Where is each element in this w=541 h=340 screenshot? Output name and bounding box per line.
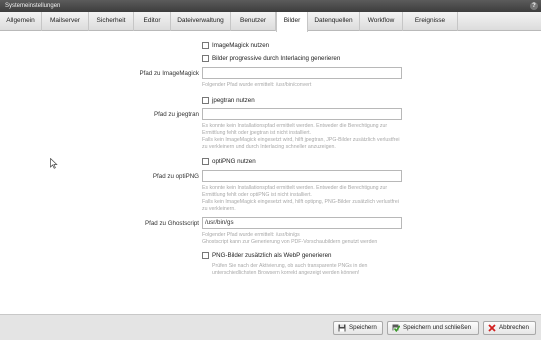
- jpegtran-checkbox[interactable]: [202, 97, 209, 104]
- imagemagick-path-input[interactable]: [202, 67, 402, 79]
- jpegtran-path-label: Pfad zu jpegtran: [153, 111, 199, 118]
- imagemagick-checkbox[interactable]: [202, 42, 209, 49]
- imagemagick-checkbox-label: ImageMagick nutzen: [212, 42, 270, 49]
- tab-mailserver[interactable]: Mailserver: [42, 12, 89, 31]
- window-title: Systemeinstellungen: [5, 3, 61, 9]
- tab-allgemein[interactable]: Allgemein: [0, 12, 42, 31]
- interlacing-checkbox-label: Bilder progressive durch Interlacing gen…: [212, 55, 341, 62]
- save-button-label: Speichern: [349, 324, 377, 331]
- ghostscript-path-hint: Folgender Pfad wurde ermittelt: /usr/bin…: [202, 232, 378, 245]
- save-check-icon: [392, 324, 400, 332]
- jpegtran-path-hint: Es konnte kein Installationspfad ermitte…: [202, 123, 400, 150]
- window-titlebar: Systemeinstellungen ?: [0, 0, 541, 12]
- cancel-button[interactable]: Abbrechen: [483, 321, 536, 335]
- mouse-cursor-icon: [50, 157, 58, 171]
- settings-panel: ImageMagick nutzen Bilder progressive du…: [0, 32, 541, 314]
- optipng-path-input[interactable]: [202, 170, 402, 182]
- optipng-path-hint: Es konnte kein Installationspfad ermitte…: [202, 185, 399, 212]
- dialog-footer: Speichern Speichern und schließen Abbrec…: [0, 314, 541, 340]
- optipng-checkbox-label: optiPNG nutzen: [212, 158, 256, 165]
- webp-hint: Prüfen Sie nach der Aktivierung, ob auch…: [212, 263, 368, 276]
- cancel-button-label: Abbrechen: [499, 324, 529, 331]
- webp-checkbox-label: PNG-Bilder zusätzlich als WebP generiere…: [212, 252, 332, 259]
- tab-dateiverwaltung[interactable]: Dateiverwaltung: [171, 12, 231, 31]
- help-icon[interactable]: ?: [530, 2, 538, 10]
- floppy-disk-icon: [338, 324, 346, 332]
- tab-workflow[interactable]: Workflow: [360, 12, 403, 31]
- ghostscript-path-label: Pfad zu Ghostscript: [145, 220, 199, 227]
- optipng-checkbox[interactable]: [202, 158, 209, 165]
- tab-bar: Allgemein Mailserver Sicherheit Editor D…: [0, 12, 541, 32]
- tab-sicherheit[interactable]: Sicherheit: [89, 12, 134, 31]
- webp-checkbox[interactable]: [202, 252, 209, 259]
- imagemagick-path-hint: Folgender Pfad wurde ermittelt: /usr/bin…: [202, 82, 312, 88]
- save-button[interactable]: Speichern: [333, 321, 383, 335]
- optipng-path-label: Pfad zu optiPNG: [152, 173, 199, 180]
- jpegtran-path-input[interactable]: [202, 108, 402, 120]
- tab-benutzer[interactable]: Benutzer: [231, 12, 276, 31]
- tab-bilder[interactable]: Bilder: [276, 12, 308, 32]
- save-and-close-button-label: Speichern und schließen: [403, 324, 472, 331]
- jpegtran-checkbox-label: jpegtran nutzen: [212, 97, 255, 104]
- tab-editor[interactable]: Editor: [134, 12, 171, 31]
- tab-datenquellen[interactable]: Datenquellen: [308, 12, 360, 31]
- interlacing-checkbox[interactable]: [202, 55, 209, 62]
- save-and-close-button[interactable]: Speichern und schließen: [387, 321, 479, 335]
- close-icon: [488, 324, 496, 332]
- ghostscript-path-input[interactable]: /usr/bin/gs: [202, 217, 402, 229]
- tab-ereignisse[interactable]: Ereignisse: [403, 12, 458, 31]
- imagemagick-path-label: Pfad zu ImageMagick: [139, 70, 200, 77]
